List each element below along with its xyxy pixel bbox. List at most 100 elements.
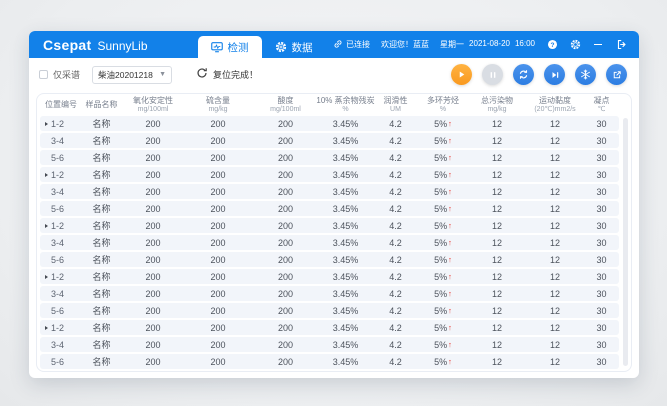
spectrum-only-label: 仅采谱: [53, 68, 80, 81]
weekday-text: 星期一: [440, 39, 464, 50]
column-unit: UM: [390, 106, 401, 114]
row-sample-name: 名称: [80, 219, 123, 232]
rise-indicator-icon: ↑: [448, 221, 452, 230]
row-sample-name: 名称: [80, 151, 123, 164]
reset-status-group: 复位完成！: [196, 66, 258, 84]
row-cell: 30: [584, 306, 619, 316]
table-row[interactable]: 1-2 名称 2002002003.45%4.25%↑121230: [40, 116, 619, 131]
refresh-icon[interactable]: [196, 66, 208, 84]
minimize-icon[interactable]: [592, 39, 604, 51]
table-row[interactable]: 5-6 名称 2002002003.45%4.25%↑121230: [40, 354, 619, 369]
column-unit: %: [342, 106, 348, 114]
snowflake-icon: [579, 68, 592, 81]
table-row[interactable]: 3-4 名称 2002002003.45%4.25%↑121230: [40, 133, 619, 148]
column-unit: mg/100ml: [138, 106, 169, 114]
table-row[interactable]: 3-4 名称 2002002003.45%4.25%↑121230: [40, 286, 619, 301]
export-button[interactable]: [606, 64, 627, 85]
row-sample-name: 名称: [80, 253, 123, 266]
row-cell: 5%↑: [418, 221, 468, 231]
row-cell: 3.45%: [318, 153, 373, 163]
table-row[interactable]: 5-6 名称 2002002003.45%4.25%↑121230: [40, 201, 619, 216]
column-label: 位置编号: [45, 100, 77, 109]
table-row[interactable]: 3-4 名称 2002002003.45%4.25%↑121230: [40, 184, 619, 199]
sync-button[interactable]: [513, 64, 534, 85]
tab-detection[interactable]: 检测: [198, 36, 262, 58]
column-unit: mg/100ml: [270, 106, 301, 114]
rise-indicator-icon: ↑: [448, 255, 452, 264]
help-icon[interactable]: ?: [546, 39, 558, 51]
column-unit: %: [440, 106, 446, 114]
sample-select[interactable]: 柴油20201218 ▼: [92, 66, 172, 84]
row-position-cell: 1-2: [40, 170, 80, 180]
row-cell: 4.2: [373, 323, 418, 333]
row-cell: 12: [468, 255, 526, 265]
row-cell: 200: [183, 238, 253, 248]
row-cell: 200: [253, 136, 318, 146]
skip-button[interactable]: [544, 64, 565, 85]
table-row[interactable]: 5-6 名称 2002002003.45%4.25%↑121230: [40, 150, 619, 165]
row-cell: 5%↑: [418, 153, 468, 163]
column-header: 位置编号: [40, 100, 80, 109]
datetime: 星期一 2021-08-20 16:00: [440, 39, 535, 50]
tab-data[interactable]: 数据: [262, 36, 326, 58]
row-cell: 4.2: [373, 170, 418, 180]
row-cell: 3.45%: [318, 238, 373, 248]
row-cell: 4.2: [373, 153, 418, 163]
table-row[interactable]: 1-2 名称 2002002003.45%4.25%↑121230: [40, 167, 619, 182]
table-row[interactable]: 3-4 名称 2002002003.45%4.25%↑121230: [40, 235, 619, 250]
play-button[interactable]: [451, 64, 472, 85]
row-cell: 12: [526, 204, 584, 214]
row-cell: 12: [468, 170, 526, 180]
row-cell: 12: [526, 170, 584, 180]
row-sample-name: 名称: [80, 321, 123, 334]
row-cell: 4.2: [373, 255, 418, 265]
column-label: 运动黏度: [539, 96, 571, 105]
chevron-down-icon: ▼: [159, 71, 166, 78]
pause-icon: [487, 69, 499, 81]
table-row[interactable]: 1-2 名称 2002002003.45%4.25%↑121230: [40, 269, 619, 284]
table-row[interactable]: 5-6 名称 2002002003.45%4.25%↑121230: [40, 252, 619, 267]
table-scrollbar[interactable]: [623, 118, 628, 366]
rise-indicator-icon: ↑: [448, 272, 452, 281]
spectrum-only-checkbox[interactable]: [39, 70, 48, 79]
row-cell: 30: [584, 340, 619, 350]
svg-text:?: ?: [550, 42, 554, 49]
row-cell: 12: [468, 357, 526, 367]
row-cell: 200: [253, 153, 318, 163]
row-position-cell: 3-4: [40, 340, 80, 350]
tab-data-label: 数据: [292, 40, 313, 55]
row-cell: 200: [123, 306, 183, 316]
column-label: 凝点: [594, 96, 610, 105]
rise-indicator-icon: ↑: [448, 238, 452, 247]
toolbar: 仅采谱 柴油20201218 ▼ 复位完成！: [29, 58, 639, 91]
pause-button[interactable]: [482, 64, 503, 85]
table-row[interactable]: 1-2 名称 2002002003.45%4.25%↑121230: [40, 320, 619, 335]
column-label: 酸度: [278, 96, 294, 105]
settings-gear-icon[interactable]: [569, 39, 581, 51]
row-cell: 12: [468, 136, 526, 146]
row-cell: 3.45%: [318, 323, 373, 333]
table-row[interactable]: 1-2 名称 2002002003.45%4.25%↑121230: [40, 218, 619, 233]
main-tabs: 检测 数据: [198, 31, 326, 58]
row-position-cell: 5-6: [40, 153, 80, 163]
table-row[interactable]: 3-4 名称 2002002003.45%4.25%↑121230: [40, 337, 619, 352]
column-label: 硫含量: [206, 96, 230, 105]
row-cell: 30: [584, 272, 619, 282]
row-cell: 12: [526, 255, 584, 265]
exit-icon[interactable]: [615, 39, 627, 51]
sample-select-value: 柴油20201218: [98, 69, 153, 81]
row-cell: 12: [526, 153, 584, 163]
row-cell: 200: [253, 238, 318, 248]
table-row[interactable]: 5-6 名称 2002002003.45%4.25%↑121230: [40, 303, 619, 318]
row-position: 3-4: [51, 340, 64, 350]
row-cell: 30: [584, 289, 619, 299]
rise-indicator-icon: ↑: [448, 119, 452, 128]
play-icon: [455, 68, 468, 81]
row-cell: 200: [123, 170, 183, 180]
column-header: 凝点 ℃: [584, 96, 619, 113]
row-cell: 200: [183, 187, 253, 197]
row-cell: 5%↑: [418, 289, 468, 299]
rise-indicator-icon: ↑: [448, 289, 452, 298]
row-cell: 200: [253, 340, 318, 350]
freeze-button[interactable]: [575, 64, 596, 85]
